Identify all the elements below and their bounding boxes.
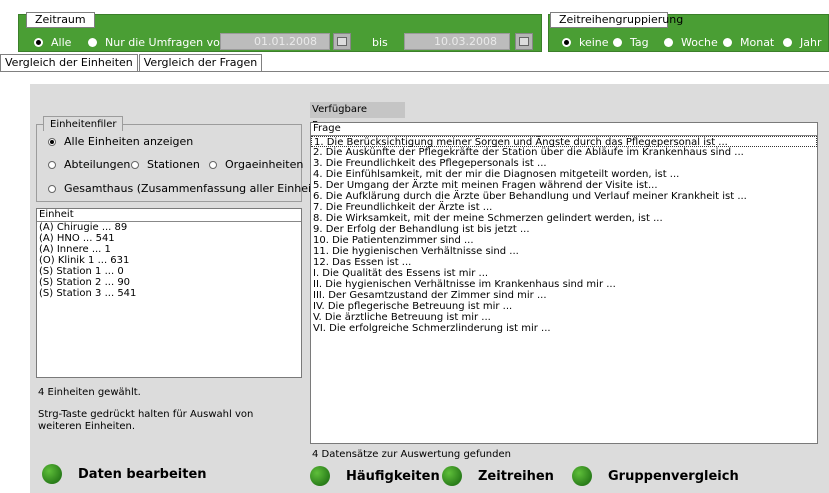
list-item[interactable]: I. Die Qualität des Essens ist mir ...: [311, 268, 817, 279]
radio-unselected-icon: [723, 38, 732, 47]
haeufigkeiten-label: Häufigkeiten: [346, 468, 440, 484]
radio-orgaeinheiten[interactable]: Orgaeinheiten: [209, 158, 303, 171]
einheit-listbox[interactable]: Einheit (A) Chirugie ... 89 (A) HNO ... …: [36, 208, 302, 378]
radio-label: Monat: [740, 36, 775, 49]
radio-nur-von[interactable]: Nur die Umfragen von: [88, 36, 227, 49]
calendar-icon: [337, 37, 347, 46]
tab-vergleich-fragen[interactable]: Vergleich der Fragen: [138, 54, 263, 72]
radio-unselected-icon: [48, 184, 56, 193]
green-circle-icon: [442, 466, 462, 486]
selection-hint-text: Strg-Taste gedrückt halten für Auswahl v…: [38, 409, 254, 432]
radio-label: Jahr: [800, 36, 822, 49]
radio-stationen-label: Stationen: [147, 158, 200, 171]
list-item[interactable]: 6. Die Aufklärung durch die Ärzte über B…: [311, 191, 817, 202]
radio-gesamthaus-label: Gesamthaus (Zusammenfassung aller Einhei…: [64, 182, 334, 195]
radio-alle-einheiten[interactable]: Alle Einheiten anzeigen: [48, 135, 193, 148]
gruppenvergleich-button[interactable]: Gruppenvergleich: [572, 466, 739, 486]
list-item[interactable]: (O) Klinik 1 ... 631: [37, 255, 301, 266]
fragen-listbox[interactable]: Frage 1. Die Berücksichtigung meiner Sor…: [310, 122, 818, 444]
radio-gruppierung-jahr[interactable]: Jahr: [783, 36, 821, 49]
radio-label: keine: [579, 36, 609, 49]
green-circle-icon: [310, 466, 330, 486]
radio-unselected-icon: [209, 160, 217, 169]
einheitenfilter-legend: Einheitenfiler: [43, 116, 124, 131]
zeitreihen-label: Zeitreihen: [478, 468, 554, 484]
radio-abteilungen[interactable]: Abteilungen: [48, 158, 130, 171]
radio-label: Woche: [681, 36, 718, 49]
radio-selected-icon: [34, 38, 43, 47]
radio-unselected-icon: [48, 160, 56, 169]
list-item[interactable]: 10. Die Patientenzimmer sind ...: [311, 235, 817, 246]
tab-divider: [0, 71, 829, 72]
list-item[interactable]: IV. Die pflegerische Betreuung ist mir .…: [311, 301, 817, 312]
einheit-list-header: Einheit: [37, 209, 301, 222]
zeitreihen-button[interactable]: Zeitreihen: [442, 466, 554, 486]
gruppenvergleich-label: Gruppenvergleich: [608, 468, 739, 484]
date-from-calendar-button[interactable]: [333, 33, 351, 50]
tab-bar: Vergleich der Einheiten Vergleich der Fr…: [0, 54, 263, 72]
radio-gruppierung-woche[interactable]: Woche: [664, 36, 718, 49]
radio-unselected-icon: [613, 38, 622, 47]
radio-selected-icon: [562, 38, 571, 47]
radio-alle[interactable]: Alle: [34, 36, 71, 49]
radio-gesamthaus[interactable]: Gesamthaus (Zusammenfassung aller Einhei…: [48, 182, 333, 195]
list-item[interactable]: III. Der Gesamtzustand der Zimmer sind m…: [311, 290, 817, 301]
top-bar: Zeitraum Alle Nur die Umfragen von 01.01…: [0, 0, 829, 54]
list-item[interactable]: 11. Die hygienischen Verhältnisse sind .…: [311, 246, 817, 257]
radio-alle-einheiten-label: Alle Einheiten anzeigen: [64, 135, 194, 148]
radio-unselected-icon: [88, 38, 97, 47]
tab-vergleich-einheiten[interactable]: Vergleich der Einheiten: [0, 54, 138, 72]
fragen-list-header: Frage: [311, 123, 817, 136]
daten-bearbeiten-label: Daten bearbeiten: [78, 466, 207, 482]
date-to-field[interactable]: 10.03.2008: [404, 33, 510, 50]
radio-unselected-icon: [783, 38, 792, 47]
radio-gruppierung-monat[interactable]: Monat: [723, 36, 774, 49]
green-circle-icon: [42, 464, 62, 484]
radio-unselected-icon: [664, 38, 673, 47]
list-item[interactable]: 1. Die Berücksichtigung meiner Sorgen un…: [311, 136, 817, 148]
green-circle-icon: [572, 466, 592, 486]
list-item[interactable]: 5. Der Umgang der Ärzte mit meinen Frage…: [311, 180, 817, 191]
radio-selected-icon: [48, 137, 56, 146]
bis-label: bis: [372, 36, 388, 49]
date-to-calendar-button[interactable]: [515, 33, 533, 50]
radio-orgaeinheiten-label: Orgaeinheiten: [225, 158, 304, 171]
list-item[interactable]: V. Die ärztliche Betreuung ist mir ...: [311, 312, 817, 323]
list-item[interactable]: (A) HNO ... 541: [37, 233, 301, 244]
list-item[interactable]: II. Die hygienischen Verhältnisse im Kra…: [311, 279, 817, 290]
radio-abteilungen-label: Abteilungen: [64, 158, 131, 171]
calendar-icon: [519, 37, 529, 46]
list-item[interactable]: 9. Der Erfolg der Behandlung ist bis jet…: [311, 224, 817, 235]
list-item[interactable]: 7. Die Freundlichkeit der Ärzte ist ...: [311, 202, 817, 213]
radio-gruppierung-keine[interactable]: keine: [562, 36, 609, 49]
daten-bearbeiten-button[interactable]: Daten bearbeiten: [42, 464, 207, 484]
radio-gruppierung-tag[interactable]: Tag: [613, 36, 649, 49]
haeufigkeiten-button[interactable]: Häufigkeiten: [310, 466, 440, 486]
datensaetze-status: 4 Datensätze zur Auswertung gefunden: [312, 449, 511, 460]
list-item[interactable]: (S) Station 3 ... 541: [37, 288, 301, 299]
gruppierung-legend: Zeitreihengruppierung: [550, 12, 683, 28]
radio-label: Tag: [630, 36, 649, 49]
list-item[interactable]: (S) Station 1 ... 0: [37, 266, 301, 277]
radio-unselected-icon: [131, 160, 139, 169]
list-item[interactable]: 2. Die Auskünfte der Pflegekräfte der St…: [311, 147, 817, 158]
date-from-field[interactable]: 01.01.2008: [220, 33, 330, 50]
list-item[interactable]: 8. Die Wirksamkeit, mit der meine Schmer…: [311, 213, 817, 224]
list-item[interactable]: (A) Chirugie ... 89: [37, 222, 301, 233]
list-item[interactable]: 4. Die Einfühlsamkeit, mit der mir die D…: [311, 169, 817, 180]
list-item[interactable]: (A) Innere ... 1: [37, 244, 301, 255]
list-item[interactable]: 3. Die Freundlichkeit des Pflegepersonal…: [311, 158, 817, 169]
radio-alle-label: Alle: [51, 36, 72, 49]
radio-nur-von-label: Nur die Umfragen von: [105, 36, 227, 49]
radio-stationen[interactable]: Stationen: [131, 158, 200, 171]
list-item[interactable]: VI. Die erfolgreiche Schmerzlinderung is…: [311, 323, 817, 334]
list-item[interactable]: 12. Das Essen ist ...: [311, 257, 817, 268]
verfuegbare-fragen-label: Verfügbare Fragen:: [310, 102, 405, 131]
zeitraum-legend: Zeitraum: [26, 12, 95, 28]
selected-count-text: 4 Einheiten gewählt.: [38, 387, 141, 398]
list-item[interactable]: (S) Station 2 ... 90: [37, 277, 301, 288]
